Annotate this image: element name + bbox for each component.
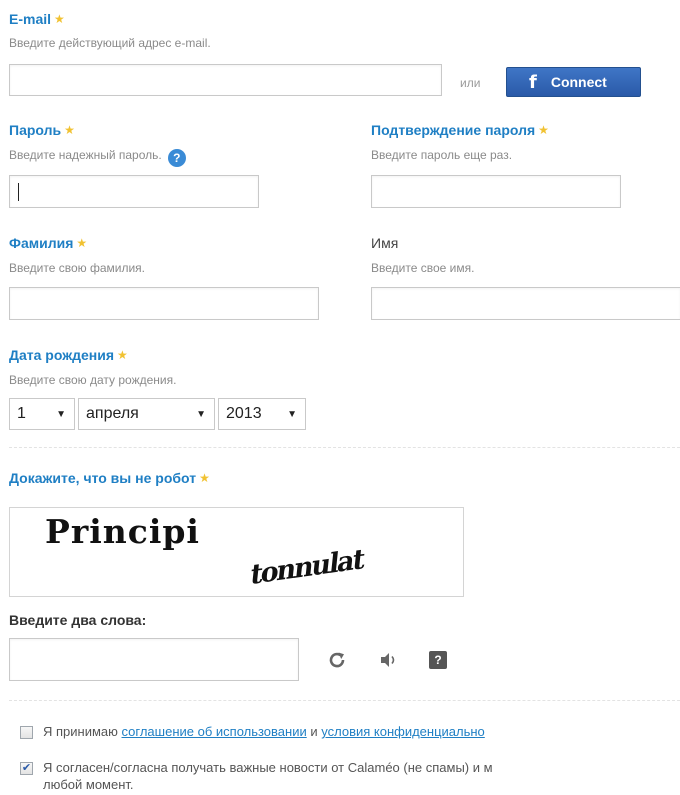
last-name-label: Фамилия ★ [9, 235, 87, 251]
captcha-help-button[interactable]: ? [423, 645, 453, 675]
captcha-image: Principi tonnulat [9, 507, 464, 597]
password-label-text: Пароль [9, 122, 62, 138]
birthdate-label-text: Дата рождения [9, 347, 115, 363]
birth-year-value: 2013 [226, 405, 262, 422]
star-icon: ★ [538, 123, 549, 137]
news-checkbox[interactable]: ✔ [20, 762, 33, 775]
birthdate-label: Дата рождения ★ [9, 347, 128, 363]
password-label: Пароль ★ [9, 122, 75, 138]
first-name-hint: Введите свое имя. [371, 261, 475, 275]
last-name-input[interactable] [9, 287, 319, 320]
terms-and: и [310, 724, 318, 739]
birth-day-select[interactable]: 1 ▼ [9, 398, 75, 430]
or-text: или [460, 76, 481, 90]
email-label: E-mail ★ [9, 11, 65, 27]
birth-day-value: 1 [17, 405, 26, 422]
help-icon[interactable]: ? [167, 149, 186, 167]
terms-checkbox[interactable] [20, 726, 33, 739]
password-confirm-label: Подтверждение пароля ★ [371, 122, 549, 138]
password-input[interactable] [9, 175, 259, 208]
captcha-prompt: Введите два слова: [9, 612, 147, 628]
news-text-line2: любой момент. [43, 777, 134, 792]
star-icon: ★ [76, 236, 88, 250]
last-name-hint: Введите свою фамилия. [9, 261, 146, 275]
captcha-word-2: tonnulat [248, 543, 365, 592]
first-name-label: Имя [371, 235, 399, 251]
password-confirm-input[interactable] [371, 175, 621, 208]
captcha-help-icon: ? [429, 651, 447, 669]
password-hint: Введите надежный пароль.? [9, 148, 186, 167]
password-hint-text: Введите надежный пароль. [9, 148, 162, 162]
email-label-text: E-mail [9, 11, 52, 27]
chevron-down-icon: ▼ [56, 408, 66, 420]
first-name-input[interactable] [371, 287, 680, 320]
star-icon: ★ [199, 471, 210, 485]
captcha-title-text: Докажите, что вы не робот [9, 470, 197, 486]
text-cursor [18, 183, 19, 201]
birth-month-value: апреля [86, 405, 139, 422]
chevron-down-icon: ▼ [287, 408, 297, 420]
divider [9, 447, 680, 448]
chevron-down-icon: ▼ [196, 408, 206, 420]
captcha-word-1: Principi [45, 512, 200, 551]
captcha-input[interactable] [9, 638, 299, 681]
facebook-connect-label: Connect [550, 74, 607, 90]
checkmark-icon: ✔ [21, 762, 32, 774]
audio-icon[interactable] [374, 645, 404, 675]
star-icon: ★ [117, 348, 128, 362]
facebook-icon: f [529, 71, 537, 93]
birthdate-hint: Введите свою дату рождения. [9, 373, 177, 387]
birth-year-select[interactable]: 2013 ▼ [218, 398, 306, 430]
email-input[interactable] [9, 64, 442, 96]
birth-month-select[interactable]: апреля ▼ [78, 398, 215, 430]
email-hint: Введите действующий адрес e-mail. [9, 36, 211, 50]
star-icon: ★ [64, 123, 75, 137]
captcha-title: Докажите, что вы не робот ★ [9, 470, 210, 486]
last-name-label-text: Фамилия [9, 235, 74, 251]
facebook-connect-button[interactable]: f Connect [506, 67, 641, 97]
terms-link[interactable]: соглашение об использовании [122, 724, 307, 739]
password-confirm-label-text: Подтверждение пароля [371, 122, 536, 138]
privacy-link[interactable]: условия конфиденциально [321, 724, 485, 739]
news-text-line1: Я согласен/согласна получать важные ново… [43, 760, 493, 775]
star-icon: ★ [54, 12, 65, 26]
password-confirm-hint: Введите пароль еще раз. [371, 148, 513, 162]
terms-text: Я принимаю соглашение об использовании и… [43, 724, 485, 739]
refresh-icon[interactable] [322, 645, 352, 675]
divider [9, 700, 680, 701]
terms-prefix: Я принимаю [43, 724, 118, 739]
